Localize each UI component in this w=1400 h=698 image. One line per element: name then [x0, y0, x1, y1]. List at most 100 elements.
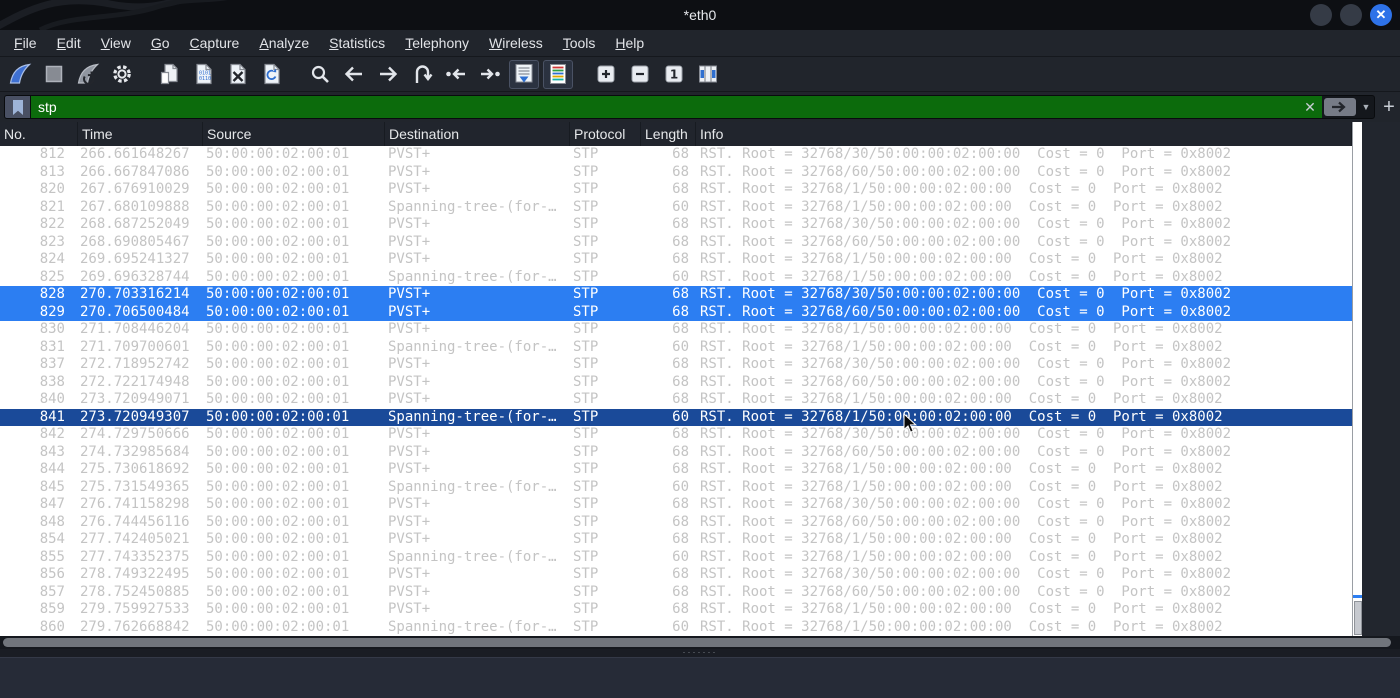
packet-row-820[interactable]: 820 267.676910029 50:00:00:02:00:01 PVST+ ST…	[0, 181, 1352, 199]
filter-apply-button[interactable]	[1324, 98, 1356, 116]
packet-row-843[interactable]: 843 274.732985684 50:00:00:02:00:01 PVST+ ST…	[0, 444, 1352, 462]
menu-view[interactable]: View	[91, 32, 141, 54]
cell-protocol: STP	[573, 286, 599, 302]
packet-row-842[interactable]: 842 274.729750666 50:00:00:02:00:01 PVST+ ST…	[0, 426, 1352, 444]
zoom-in-button[interactable]	[591, 60, 621, 89]
packet-row-838[interactable]: 838 272.722174948 50:00:00:02:00:01 PVST+ ST…	[0, 374, 1352, 392]
packet-row-823[interactable]: 823 268.690805467 50:00:00:02:00:01 PVST+ ST…	[0, 234, 1352, 252]
packet-row-847[interactable]: 847 276.741158298 50:00:00:02:00:01 PVST+ ST…	[0, 496, 1352, 514]
packet-row-841[interactable]: 841 273.720949307 50:00:00:02:00:01 Spannin…	[0, 408, 1352, 426]
open-file-button[interactable]	[155, 60, 185, 89]
cell-info: RST. Root = 32768/1/50:00:00:02:00:00 Co…	[700, 531, 1223, 547]
minimize-button[interactable]	[1310, 4, 1332, 26]
cell-time: 279.762668842	[80, 618, 190, 635]
packet-row-857[interactable]: 857 278.752450885 50:00:00:02:00:01 PVST+ ST…	[0, 584, 1352, 602]
packet-row-813[interactable]: 813 266.667847086 50:00:00:02:00:01 PVST+ ST…	[0, 164, 1352, 182]
menu-capture[interactable]: Capture	[180, 32, 250, 54]
packet-row-822[interactable]: 822 268.687252049 50:00:00:02:00:01 PVST+ ST…	[0, 216, 1352, 234]
zoom-out-button[interactable]	[625, 60, 655, 89]
packet-row-831[interactable]: 831 271.709700601 50:00:00:02:00:01 Spannin…	[0, 339, 1352, 357]
colorize-button[interactable]	[543, 59, 573, 89]
menu-help[interactable]: Help	[605, 32, 654, 54]
packet-row-854[interactable]: 854 277.742405021 50:00:00:02:00:01 PVST+ ST…	[0, 531, 1352, 549]
cell-source: 50:00:00:02:00:01	[206, 566, 350, 582]
cell-no: 860	[39, 618, 65, 635]
column-header-protocol[interactable]: Protocol	[570, 122, 641, 146]
packet-row-848[interactable]: 848 276.744456116 50:00:00:02:00:01 PVST+ ST…	[0, 514, 1352, 532]
resize-columns-button[interactable]	[693, 60, 723, 89]
go-back-button[interactable]	[339, 60, 369, 89]
packet-row-824[interactable]: 824 269.695241327 50:00:00:02:00:01 PVST+ ST…	[0, 251, 1352, 269]
start-capture-button[interactable]	[5, 60, 35, 89]
menu-go[interactable]: Go	[141, 32, 180, 54]
packet-row-845[interactable]: 845 275.731549365 50:00:00:02:00:01 Spannin…	[0, 479, 1352, 497]
packet-row-830[interactable]: 830 271.708446204 50:00:00:02:00:01 PVST+ ST…	[0, 321, 1352, 339]
cell-protocol: STP	[573, 163, 599, 180]
close-file-button[interactable]	[223, 60, 253, 89]
zoom-original-button[interactable]: 1	[659, 60, 689, 89]
packet-row-860[interactable]: 860 279.762668842 50:00:00:02:00:01 Spannin…	[0, 619, 1352, 637]
add-filter-button[interactable]: +	[1380, 95, 1398, 119]
packet-row-837[interactable]: 837 272.718952742 50:00:00:02:00:01 PVST+ ST…	[0, 356, 1352, 374]
close-button[interactable]: ✕	[1370, 4, 1392, 26]
cell-info: RST. Root = 32768/60/50:00:00:02:00:00 C…	[700, 513, 1232, 530]
go-last-packet-button[interactable]	[475, 60, 505, 89]
column-header-source[interactable]: Source	[203, 122, 385, 146]
go-to-packet-button[interactable]	[407, 60, 437, 89]
packet-row-825[interactable]: 825 269.696328744 50:00:00:02:00:01 Spannin…	[0, 269, 1352, 287]
cell-no: 812	[39, 146, 65, 162]
maximize-button[interactable]	[1340, 4, 1362, 26]
horizontal-scrollbar-thumb[interactable]	[3, 638, 1391, 647]
column-header-time[interactable]: Time	[78, 122, 203, 146]
stop-capture-button[interactable]	[39, 60, 69, 89]
save-file-button[interactable]: 0101 0110	[189, 60, 219, 89]
filter-bookmark-button[interactable]	[5, 96, 31, 118]
pane-splitter[interactable]: ·······	[0, 648, 1400, 657]
filter-input[interactable]: stp	[31, 96, 1298, 118]
cell-destination: PVST+	[388, 601, 431, 617]
cell-source: 50:00:00:02:00:01	[206, 216, 350, 232]
cell-length: 68	[672, 286, 689, 302]
stop-square-icon	[42, 62, 66, 86]
capture-options-button[interactable]	[107, 60, 137, 89]
packet-row-821[interactable]: 821 267.680109888 50:00:00:02:00:01 Spannin…	[0, 199, 1352, 217]
go-first-packet-button[interactable]	[441, 60, 471, 89]
reload-file-button[interactable]	[257, 60, 287, 89]
filter-dropdown-caret[interactable]: ▼	[1358, 96, 1374, 118]
cell-protocol: STP	[573, 303, 599, 320]
find-packet-button[interactable]	[305, 60, 335, 89]
packet-row-812[interactable]: 812 266.661648267 50:00:00:02:00:01 PVST+ ST…	[0, 146, 1352, 164]
cell-protocol: STP	[573, 531, 599, 547]
menu-statistics[interactable]: Statistics	[319, 32, 395, 54]
cell-time: 275.731549365	[80, 478, 190, 495]
vertical-scrollbar[interactable]	[1352, 122, 1363, 636]
menu-tools[interactable]: Tools	[553, 32, 606, 54]
go-forward-button[interactable]	[373, 60, 403, 89]
column-header-no[interactable]: No.	[0, 122, 78, 146]
cell-protocol: STP	[573, 216, 599, 232]
packet-row-828[interactable]: 828 270.703316214 50:00:00:02:00:01 PVST+ ST…	[0, 286, 1352, 304]
cell-length: 60	[672, 478, 689, 495]
menu-telephony[interactable]: Telephony	[395, 32, 479, 54]
menu-file[interactable]: File	[4, 32, 47, 54]
menu-edit[interactable]: Edit	[47, 32, 91, 54]
restart-capture-button[interactable]	[73, 60, 103, 89]
column-header-info[interactable]: Info	[696, 122, 1352, 146]
packet-row-856[interactable]: 856 278.749322495 50:00:00:02:00:01 PVST+ ST…	[0, 566, 1352, 584]
menu-analyze[interactable]: Analyze	[249, 32, 319, 54]
filter-clear-button[interactable]: ✕	[1298, 96, 1322, 118]
cell-protocol: STP	[573, 496, 599, 512]
column-header-length[interactable]: Length	[641, 122, 696, 146]
menu-wireless[interactable]: Wireless	[479, 32, 553, 54]
auto-scroll-button[interactable]	[509, 59, 539, 89]
vertical-scrollbar-thumb[interactable]	[1353, 601, 1362, 635]
packet-row-840[interactable]: 840 273.720949071 50:00:00:02:00:01 PVST+ ST…	[0, 391, 1352, 409]
display-filter-field[interactable]: stp ✕ ▼	[4, 95, 1375, 119]
packet-row-859[interactable]: 859 279.759927533 50:00:00:02:00:01 PVST+ ST…	[0, 601, 1352, 619]
cell-no: 825	[39, 268, 65, 285]
packet-row-855[interactable]: 855 277.743352375 50:00:00:02:00:01 Spannin…	[0, 549, 1352, 567]
packet-row-829[interactable]: 829 270.706500484 50:00:00:02:00:01 PVST+ ST…	[0, 303, 1352, 321]
packet-row-844[interactable]: 844 275.730618692 50:00:00:02:00:01 PVST+ ST…	[0, 461, 1352, 479]
cell-no: 821	[39, 198, 65, 215]
column-header-destination[interactable]: Destination	[385, 122, 570, 146]
